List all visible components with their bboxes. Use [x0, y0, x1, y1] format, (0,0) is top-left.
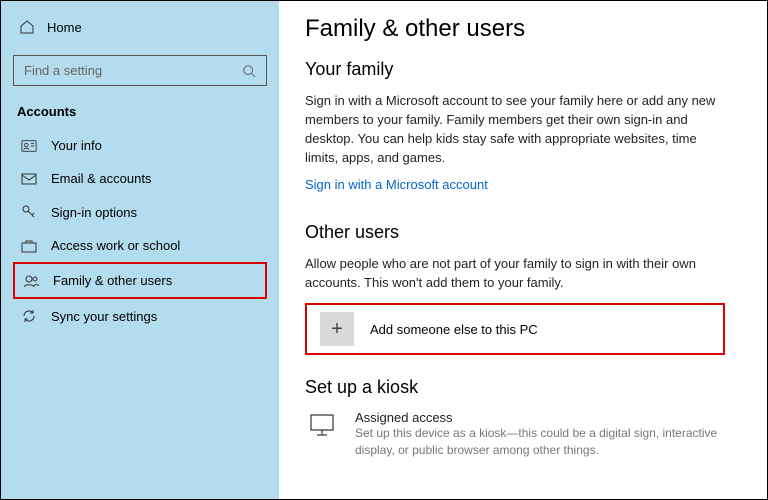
page-title: Family & other users	[305, 15, 741, 43]
sidebar: Home Find a setting Accounts Your info E…	[1, 1, 279, 499]
nav-list: Your info Email & accounts Sign-in optio…	[13, 129, 267, 333]
assigned-access-text: Assigned access Set up this device as a …	[355, 410, 735, 459]
briefcase-icon	[21, 239, 37, 253]
person-badge-icon	[21, 139, 37, 153]
sidebar-item-label: Email & accounts	[51, 171, 151, 186]
sidebar-item-signin-options[interactable]: Sign-in options	[13, 195, 267, 229]
sidebar-item-family-other-users[interactable]: Family & other users	[13, 262, 267, 299]
sidebar-item-email-accounts[interactable]: Email & accounts	[13, 162, 267, 195]
add-user-button[interactable]: + Add someone else to this PC	[305, 303, 725, 355]
assigned-access-sub: Set up this device as a kiosk—this could…	[355, 425, 735, 459]
sidebar-item-your-info[interactable]: Your info	[13, 129, 267, 162]
home-label: Home	[47, 20, 82, 35]
family-heading: Your family	[305, 59, 741, 80]
sidebar-item-label: Your info	[51, 138, 102, 153]
key-icon	[21, 204, 37, 220]
signin-link[interactable]: Sign in with a Microsoft account	[305, 177, 488, 192]
sidebar-item-label: Sign-in options	[51, 205, 137, 220]
monitor-icon	[305, 410, 339, 438]
sync-icon	[21, 308, 37, 324]
sidebar-item-label: Access work or school	[51, 238, 180, 253]
family-body: Sign in with a Microsoft account to see …	[305, 92, 725, 167]
home-button[interactable]: Home	[13, 11, 267, 43]
plus-icon: +	[320, 312, 354, 346]
sidebar-item-label: Family & other users	[53, 273, 172, 288]
mail-icon	[21, 173, 37, 185]
assigned-access-title: Assigned access	[355, 410, 735, 425]
sidebar-item-sync-settings[interactable]: Sync your settings	[13, 299, 267, 333]
other-users-heading: Other users	[305, 222, 741, 243]
add-user-label: Add someone else to this PC	[370, 322, 538, 337]
search-placeholder: Find a setting	[24, 63, 102, 78]
sidebar-item-label: Sync your settings	[51, 309, 157, 324]
other-users-body: Allow people who are not part of your fa…	[305, 255, 725, 293]
people-icon	[23, 274, 39, 288]
assigned-access-button[interactable]: Assigned access Set up this device as a …	[305, 410, 741, 459]
search-icon	[242, 64, 256, 78]
section-heading: Accounts	[17, 104, 263, 119]
kiosk-heading: Set up a kiosk	[305, 377, 741, 398]
main-content: Family & other users Your family Sign in…	[279, 1, 767, 499]
search-input[interactable]: Find a setting	[13, 55, 267, 86]
sidebar-item-work-school[interactable]: Access work or school	[13, 229, 267, 262]
home-icon	[19, 19, 35, 35]
